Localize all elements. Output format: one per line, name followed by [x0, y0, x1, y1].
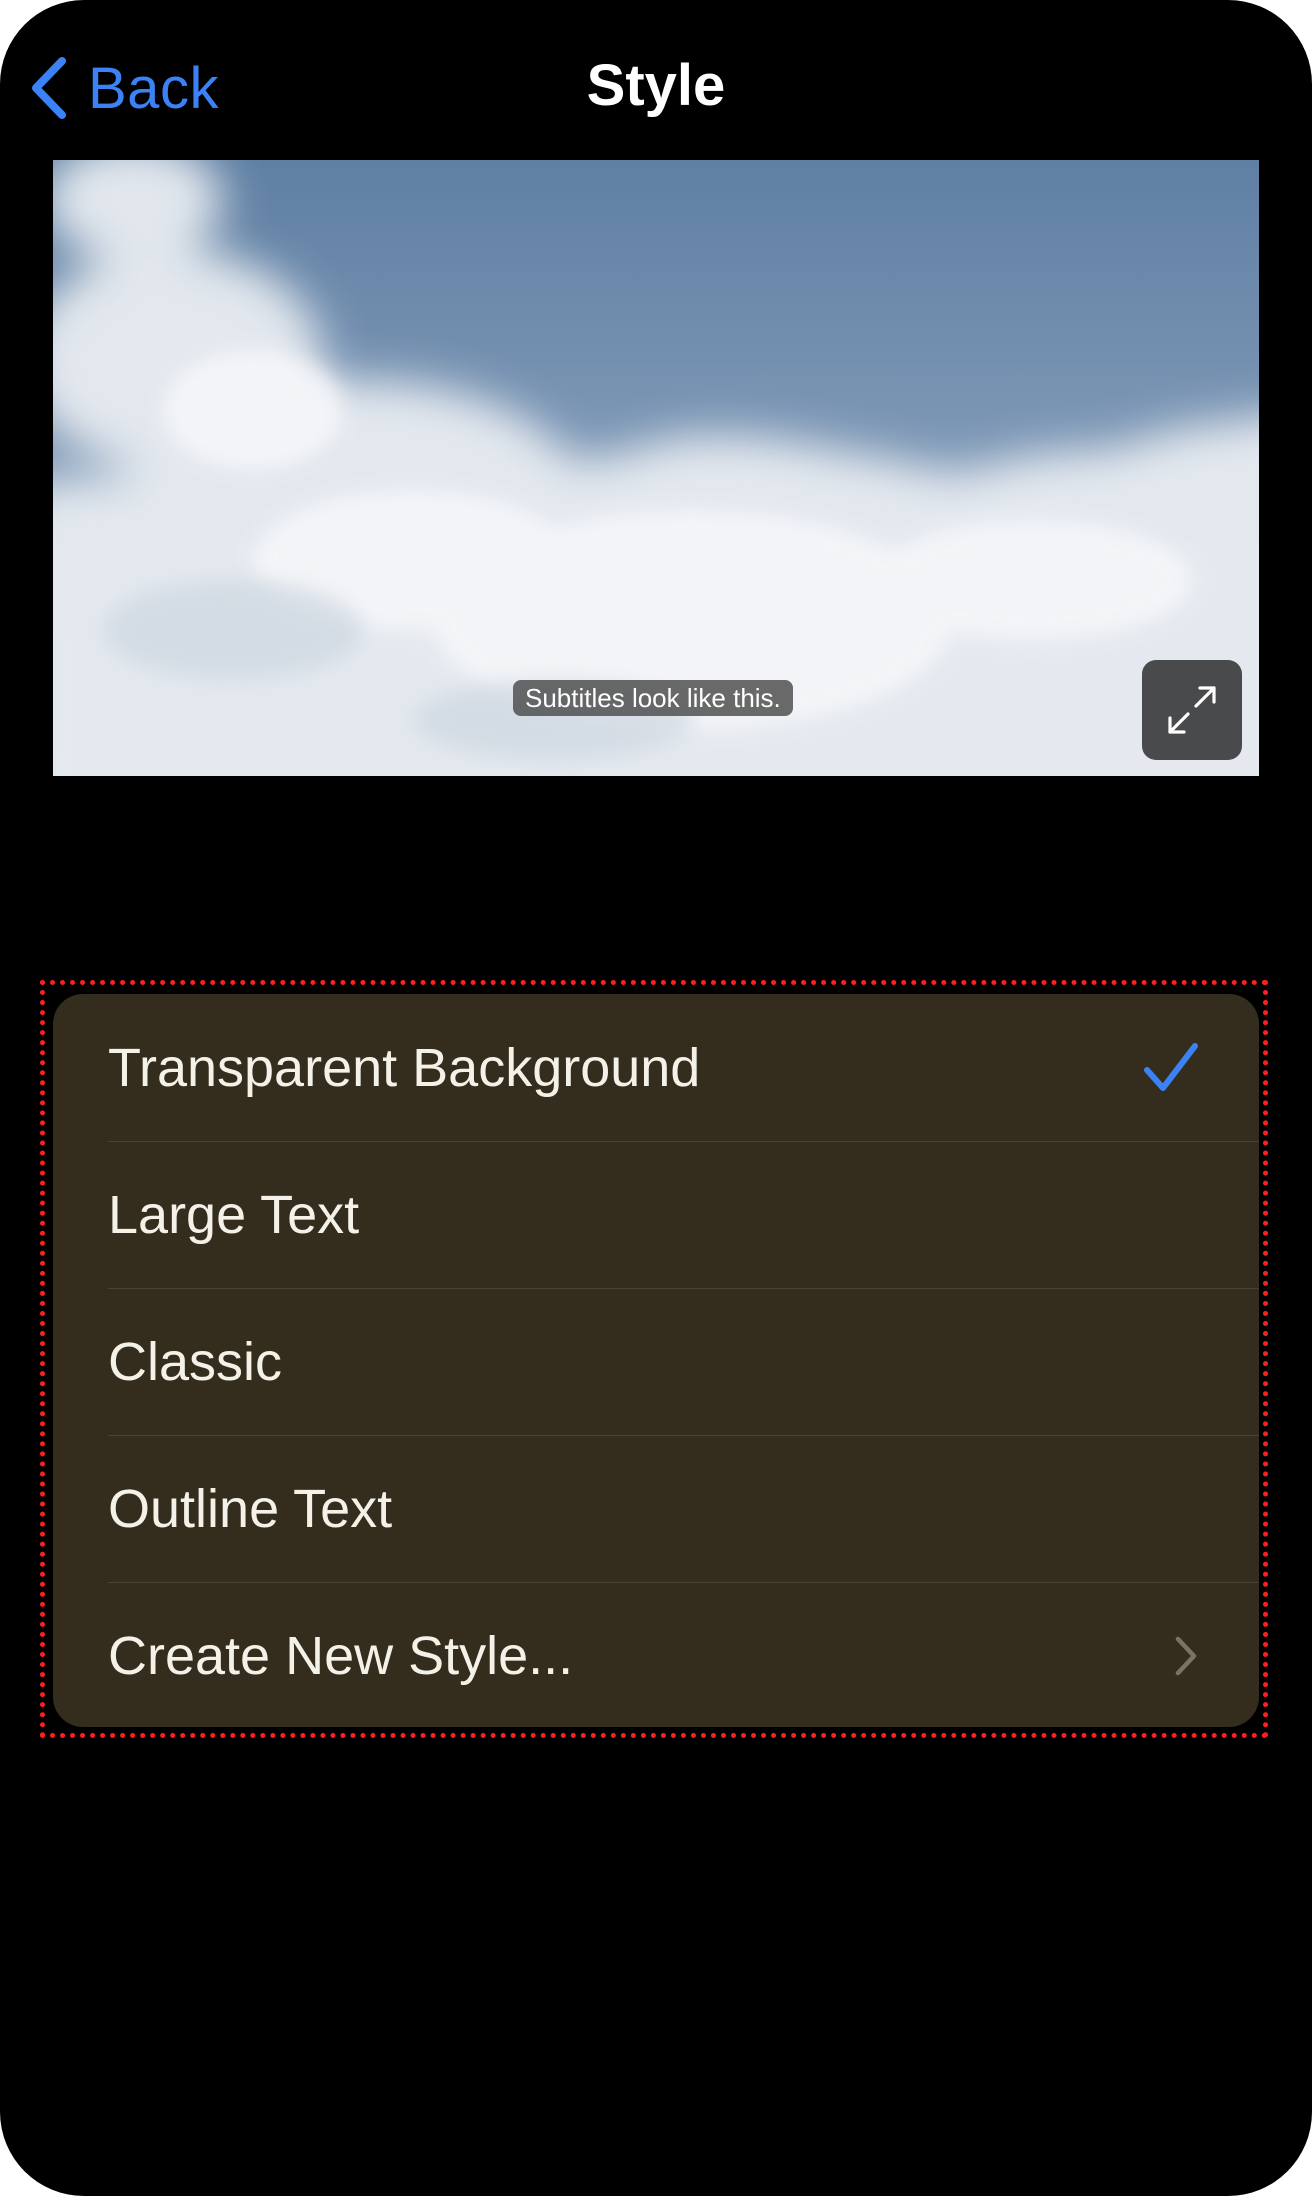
subtitle-sample: Subtitles look like this.	[513, 680, 793, 716]
highlight-frame	[40, 980, 1268, 1738]
screen: Back Style Subtitles look like this. Tra…	[0, 0, 1312, 2196]
subtitle-preview: Subtitles look like this.	[53, 160, 1259, 776]
expand-preview-button[interactable]	[1142, 660, 1242, 760]
expand-arrows-icon	[1168, 686, 1216, 734]
page-title: Style	[586, 53, 726, 118]
